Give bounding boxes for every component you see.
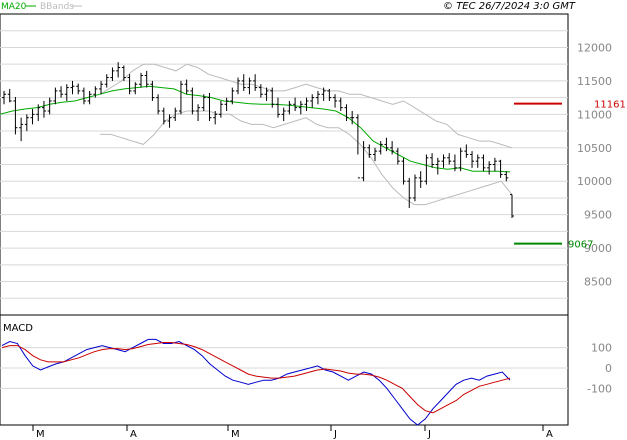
macd-y-tick-label: 100	[591, 342, 612, 355]
macd-y-tick-label: 0	[605, 362, 612, 375]
time-axis-labels: MAMJJA	[32, 425, 553, 440]
price-level-label: 9067	[568, 240, 593, 251]
time-axis-label: J	[427, 429, 431, 440]
price-y-tick-label: 12000	[577, 41, 612, 54]
price-y-tick-label: 10500	[577, 142, 612, 155]
price-y-axis: 1200011500110001050010000950090008500	[577, 41, 612, 288]
chart-svg: 1200011500110001050010000950090008500 10…	[0, 1, 626, 440]
price-y-tick-label: 9500	[584, 209, 612, 222]
time-axis-label: A	[546, 429, 553, 440]
macd-title: MACD	[3, 323, 33, 334]
macd-panel	[0, 314, 569, 426]
time-axis-label: A	[130, 429, 137, 440]
chart-copyright: © TEC 26/7/2024 3:0 GMT	[443, 1, 576, 12]
legend-bbands: BBands	[40, 2, 74, 12]
price-y-tick-label: 8500	[584, 276, 612, 289]
price-level-label: 11161	[594, 100, 626, 111]
time-axis-label: J	[333, 429, 337, 440]
price-y-tick-label: 11500	[577, 75, 612, 88]
time-axis-label: M	[36, 429, 45, 440]
price-y-tick-label: 10000	[577, 175, 612, 188]
time-axis-label: M	[231, 429, 240, 440]
legend-ma20: MA20	[1, 2, 27, 12]
macd-y-tick-label: -100	[587, 382, 612, 395]
macd-y-axis: 100 0 -100	[587, 342, 612, 396]
